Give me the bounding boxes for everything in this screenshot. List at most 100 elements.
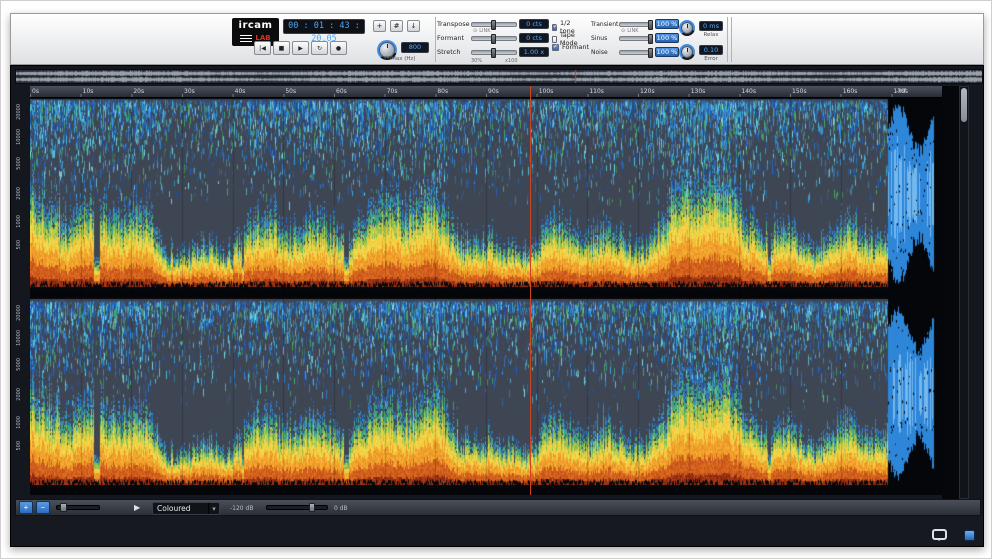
freq-label: 500 xyxy=(16,240,22,250)
checkbox-box[interactable] xyxy=(552,44,559,51)
error-value: 0.10 xyxy=(699,45,723,55)
noise-slider-thumb[interactable] xyxy=(648,48,653,58)
formant-slider-label: Formant xyxy=(437,34,469,42)
chat-icon[interactable] xyxy=(932,529,947,540)
relax-label: Relax xyxy=(699,32,723,38)
ruler-label: 20s xyxy=(133,88,144,95)
frequency-axis: 2000010000500020001000500200001000050002… xyxy=(14,98,29,495)
bottom-toolbar: + − ▶ Coloured ▾ -120 dB 0 dB xyxy=(15,499,981,516)
f0max-value: 800 xyxy=(401,42,429,53)
sinus-slider[interactable] xyxy=(619,36,653,41)
chevron-down-icon: ▾ xyxy=(208,503,219,514)
freq-label: 1000 xyxy=(16,215,22,228)
separator xyxy=(731,17,732,62)
separator xyxy=(435,17,436,62)
error-knob[interactable] xyxy=(679,44,695,60)
stretch-value: 1.00 x xyxy=(519,47,549,57)
main-view: 0s10s20s30s40s50s60s70s80s90s100s110s120… xyxy=(10,65,984,547)
checkbox-box[interactable] xyxy=(552,36,557,43)
transient-slider[interactable] xyxy=(619,22,653,27)
pitch-group: Transpose 0 cts ⊙ LINK Formant 0 cts Str… xyxy=(437,14,553,66)
relax-knob[interactable] xyxy=(679,20,695,36)
stretch-min-label: 30% xyxy=(471,58,482,64)
transient-slider-thumb[interactable] xyxy=(648,20,653,30)
db-max-label: 0 dB xyxy=(334,505,348,512)
colormap-select[interactable]: Coloured ▾ xyxy=(152,502,220,515)
relax-value: 0 ms xyxy=(699,21,723,31)
formant-slider[interactable] xyxy=(471,36,517,41)
noise-label: Noise xyxy=(591,49,617,56)
loop-button[interactable]: ↻ xyxy=(311,41,328,55)
scrub-play-icon[interactable]: ▶ xyxy=(134,503,140,512)
transpose-slider-thumb[interactable] xyxy=(491,20,496,30)
ruler-label: 80s xyxy=(437,88,448,95)
freq-label: 2000 xyxy=(16,388,22,401)
formant-value: 0 cts xyxy=(519,33,549,43)
ruler-label: 100s xyxy=(539,88,554,95)
formant-checkbox[interactable]: Formant xyxy=(552,43,589,51)
transpose-value: 0 cts xyxy=(519,19,549,29)
freq-label: 10000 xyxy=(16,129,22,145)
zoom-in-button[interactable]: + xyxy=(19,501,33,514)
ruler-label: 140s xyxy=(741,88,756,95)
ruler-label: 40s xyxy=(235,88,246,95)
db-min-label: -120 dB xyxy=(230,505,253,512)
export-button[interactable]: ↓ xyxy=(407,20,420,32)
separator xyxy=(727,17,728,62)
overview-waveform[interactable] xyxy=(15,69,983,84)
formant-slider-thumb[interactable] xyxy=(491,34,496,44)
transient-value: 100 % xyxy=(655,19,679,29)
stretch-slider-thumb[interactable] xyxy=(491,48,496,58)
add-button[interactable]: + xyxy=(373,20,386,32)
error-label: Error xyxy=(699,56,723,62)
right-gap xyxy=(942,86,959,499)
ruler-label: 120s xyxy=(640,88,655,95)
ruler-label: 60s xyxy=(336,88,347,95)
colormap-value: Coloured xyxy=(153,504,208,513)
info-icon[interactable] xyxy=(964,530,975,541)
freq-label: 500 xyxy=(16,441,22,451)
transpose-slider[interactable] xyxy=(471,22,517,27)
ruler-label: 160s xyxy=(843,88,858,95)
noise-slider[interactable] xyxy=(619,50,653,55)
time-display: 00 : 01 : 43 : 20.05 xyxy=(283,19,365,34)
aux-buttons: + # ↓ xyxy=(373,20,420,32)
freq-label: 20000 xyxy=(16,305,22,321)
vertical-scrollbar-thumb[interactable] xyxy=(961,88,967,122)
stretch-slider[interactable] xyxy=(471,50,517,55)
transient-label: Transient xyxy=(591,21,617,28)
zoom-out-button[interactable]: − xyxy=(36,501,50,514)
vertical-scrollbar[interactable] xyxy=(959,86,969,499)
ruler-label: 0s xyxy=(32,88,39,95)
playhead xyxy=(530,86,531,495)
sinus-label: Sinus xyxy=(591,35,617,42)
snap-button[interactable]: # xyxy=(390,20,403,32)
record-button[interactable]: ● xyxy=(330,41,347,55)
go-to-start-button[interactable]: |◀ xyxy=(254,41,271,55)
formant-checkbox-label: Formant xyxy=(562,43,589,51)
freq-label: 2000 xyxy=(16,187,22,200)
time-ruler[interactable]: 0s10s20s30s40s50s60s70s80s90s100s110s120… xyxy=(30,86,942,98)
synthesis-group: Transient 100 % ⊙ LINK Sinus 100 % Noise… xyxy=(591,14,681,66)
ruler-label: 150s xyxy=(792,88,807,95)
zoom-slider-thumb[interactable] xyxy=(60,503,67,512)
sinus-slider-thumb[interactable] xyxy=(648,34,653,44)
play-button[interactable]: ▶ xyxy=(292,41,309,55)
transpose-label: Transpose xyxy=(437,20,469,28)
freq-label: 10000 xyxy=(16,330,22,346)
logo-brand: ircam xyxy=(232,20,279,32)
checkbox-box[interactable] xyxy=(552,24,557,31)
noise-value: 100 % xyxy=(655,47,679,57)
ruler-label: 10s xyxy=(83,88,94,95)
ts-application: ircam LAB 00 : 01 : 43 : 20.05 + # ↓ |◀ … xyxy=(10,13,984,547)
spectrogram-canvas[interactable] xyxy=(30,98,942,495)
ruler-label: 50s xyxy=(285,88,296,95)
db-range-slider[interactable] xyxy=(266,505,328,510)
zoom-slider[interactable] xyxy=(56,505,100,510)
freq-label: 5000 xyxy=(16,358,22,371)
db-slider-thumb[interactable] xyxy=(309,503,315,512)
ruler-label: 130s xyxy=(691,88,706,95)
ruler-end-label: -Inf xyxy=(896,88,906,95)
stop-button[interactable]: ■ xyxy=(273,41,290,55)
app-window: ircam LAB 00 : 01 : 43 : 20.05 + # ↓ |◀ … xyxy=(0,0,992,559)
